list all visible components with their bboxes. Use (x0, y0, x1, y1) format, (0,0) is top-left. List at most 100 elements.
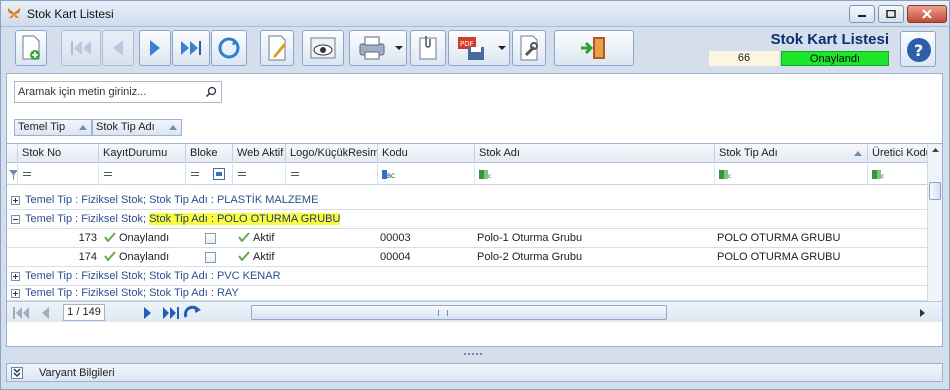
vertical-scroll-thumb[interactable] (929, 182, 941, 200)
table-row[interactable]: 173 Onaylandı Aktif 00003 Polo-1 Oturma … (7, 229, 927, 248)
grip-icon (438, 310, 448, 316)
minimize-button[interactable] (849, 5, 875, 23)
print-button[interactable] (349, 30, 407, 66)
expand-icon[interactable] (11, 272, 20, 281)
variant-panel-header[interactable]: Varyant Bilgileri (6, 363, 943, 382)
last-record-button[interactable] (172, 30, 210, 66)
text-filter-icon: BC (382, 170, 395, 179)
navigator-bar: 1 / 149 (7, 301, 942, 322)
previous-record-button[interactable] (102, 30, 134, 66)
filter-cell-web-aktif[interactable] (232, 164, 285, 185)
filter-cell-uretici-kodu[interactable]: c (867, 164, 927, 185)
horizontal-scrollbar[interactable] (251, 305, 927, 320)
nav-prev-icon[interactable] (39, 306, 51, 320)
column-logo[interactable]: Logo/KüçükResim (285, 144, 377, 163)
nav-first-icon[interactable] (12, 306, 34, 320)
edit-button[interactable] (260, 30, 294, 66)
scroll-right-icon[interactable] (919, 308, 927, 318)
filter-cell-stok-adi[interactable]: c (474, 164, 714, 185)
cell-stok-no: 174 (78, 251, 97, 263)
nav-last-icon[interactable] (161, 306, 183, 320)
horizontal-scroll-thumb[interactable] (251, 305, 667, 320)
expand-down-icon[interactable] (11, 367, 23, 379)
cell-kayit-durumu: Onaylandı (104, 248, 169, 266)
table-row[interactable]: 174 Onaylandı Aktif 00004 Polo-2 Oturma … (7, 248, 927, 267)
last-icon (181, 41, 201, 55)
scroll-up-icon[interactable] (929, 146, 942, 154)
cell-web-aktif: Aktif (238, 229, 274, 247)
filter-cell-stok-tip-adi[interactable]: c (714, 164, 867, 185)
column-kayit-durumu[interactable]: KayıtDurumu (98, 144, 186, 163)
bloke-checkbox[interactable] (205, 233, 216, 244)
svg-text:BC: BC (387, 173, 395, 179)
filter-cell-kayit-durumu[interactable] (98, 164, 185, 185)
column-uretici-kodu[interactable]: Üretici Kodu (867, 144, 927, 163)
export-pdf-button[interactable]: PDF (448, 30, 510, 66)
filter-row: BC c c c (7, 164, 927, 185)
filter-cell-stok-no[interactable] (17, 164, 98, 185)
filter-indicator (7, 164, 18, 185)
column-stok-no[interactable]: Stok No (17, 144, 102, 163)
checkbox-filter-icon[interactable] (213, 168, 225, 180)
first-icon (71, 41, 91, 55)
group-label: Temel Tip : Fiziksel Stok; Stok Tip Adı … (25, 210, 341, 228)
svg-text:c: c (881, 173, 884, 179)
equals-icon (191, 172, 199, 176)
group-chip-stok-tip-adi[interactable]: Stok Tip Adı (92, 119, 182, 136)
grip-icon (464, 353, 482, 355)
column-bloke[interactable]: Bloke (185, 144, 232, 163)
equals-icon (291, 172, 299, 176)
close-button[interactable] (907, 5, 947, 23)
group-row[interactable]: Temel Tip : Fiziksel Stok; Stok Tip Adı … (7, 286, 927, 301)
first-record-button[interactable] (61, 30, 101, 66)
column-stok-adi[interactable]: Stok Adı (474, 144, 714, 163)
filter-cell-logo[interactable] (285, 164, 377, 185)
search-box[interactable] (14, 81, 222, 103)
help-icon: ? (907, 38, 931, 62)
group-chip-label: Stok Tip Adı (96, 121, 155, 133)
column-label: Stok Tip Adı (719, 147, 778, 159)
filter-cell-bloke[interactable] (185, 164, 232, 185)
attach-button[interactable] (410, 30, 446, 66)
nav-next-icon[interactable] (142, 306, 154, 320)
expand-icon[interactable] (11, 289, 20, 298)
svg-text:PDF: PDF (460, 40, 474, 48)
page-indicator: 1 / 149 (63, 304, 105, 321)
expand-icon[interactable] (11, 196, 20, 205)
web-status-text: Aktif (253, 251, 275, 263)
grid-panel: Temel Tip Stok Tip Adı Stok No KayıtDuru… (6, 73, 943, 347)
group-label: Temel Tip : Fiziksel Stok; Stok Tip Adı … (25, 270, 281, 282)
group-row-expanded[interactable]: Temel Tip : Fiziksel Stok; Stok Tip Adı … (7, 210, 927, 229)
filter-cell-kodu[interactable]: BC (377, 164, 474, 185)
search-input[interactable] (18, 85, 198, 99)
new-record-button[interactable] (15, 30, 47, 66)
maximize-icon (886, 10, 896, 18)
minimize-icon (858, 15, 866, 17)
help-button[interactable]: ? (900, 31, 936, 67)
preview-icon (310, 37, 336, 59)
check-icon (104, 232, 116, 242)
nav-refresh-icon[interactable] (183, 305, 203, 321)
group-row[interactable]: Temel Tip : Fiziksel Stok; Stok Tip Adı … (7, 267, 927, 286)
page-title: Stok Kart Listesi (770, 31, 889, 48)
status-text: Onaylandı (119, 251, 170, 263)
exit-button[interactable] (554, 30, 634, 66)
tools-button[interactable] (512, 30, 546, 66)
column-web-aktif[interactable]: Web Aktif (232, 144, 285, 163)
check-icon (104, 251, 116, 261)
text-filter-icon: c (872, 170, 884, 179)
refresh-button[interactable] (211, 30, 247, 66)
text-filter-icon: c (719, 170, 731, 179)
vertical-scrollbar[interactable] (927, 144, 942, 301)
column-stok-tip-adi[interactable]: Stok Tip Adı (714, 144, 867, 163)
next-record-button[interactable] (139, 30, 171, 66)
collapse-icon[interactable] (11, 215, 20, 224)
search-icon[interactable] (205, 86, 217, 98)
preview-button[interactable] (302, 30, 344, 66)
group-row[interactable]: Temel Tip : Fiziksel Stok; Stok Tip Adı … (7, 191, 927, 210)
group-chip-temel-tip[interactable]: Temel Tip (14, 119, 92, 136)
bloke-checkbox[interactable] (205, 252, 216, 263)
maximize-button[interactable] (878, 5, 904, 23)
column-kodu[interactable]: Kodu (377, 144, 474, 163)
splitter[interactable] (6, 350, 943, 357)
